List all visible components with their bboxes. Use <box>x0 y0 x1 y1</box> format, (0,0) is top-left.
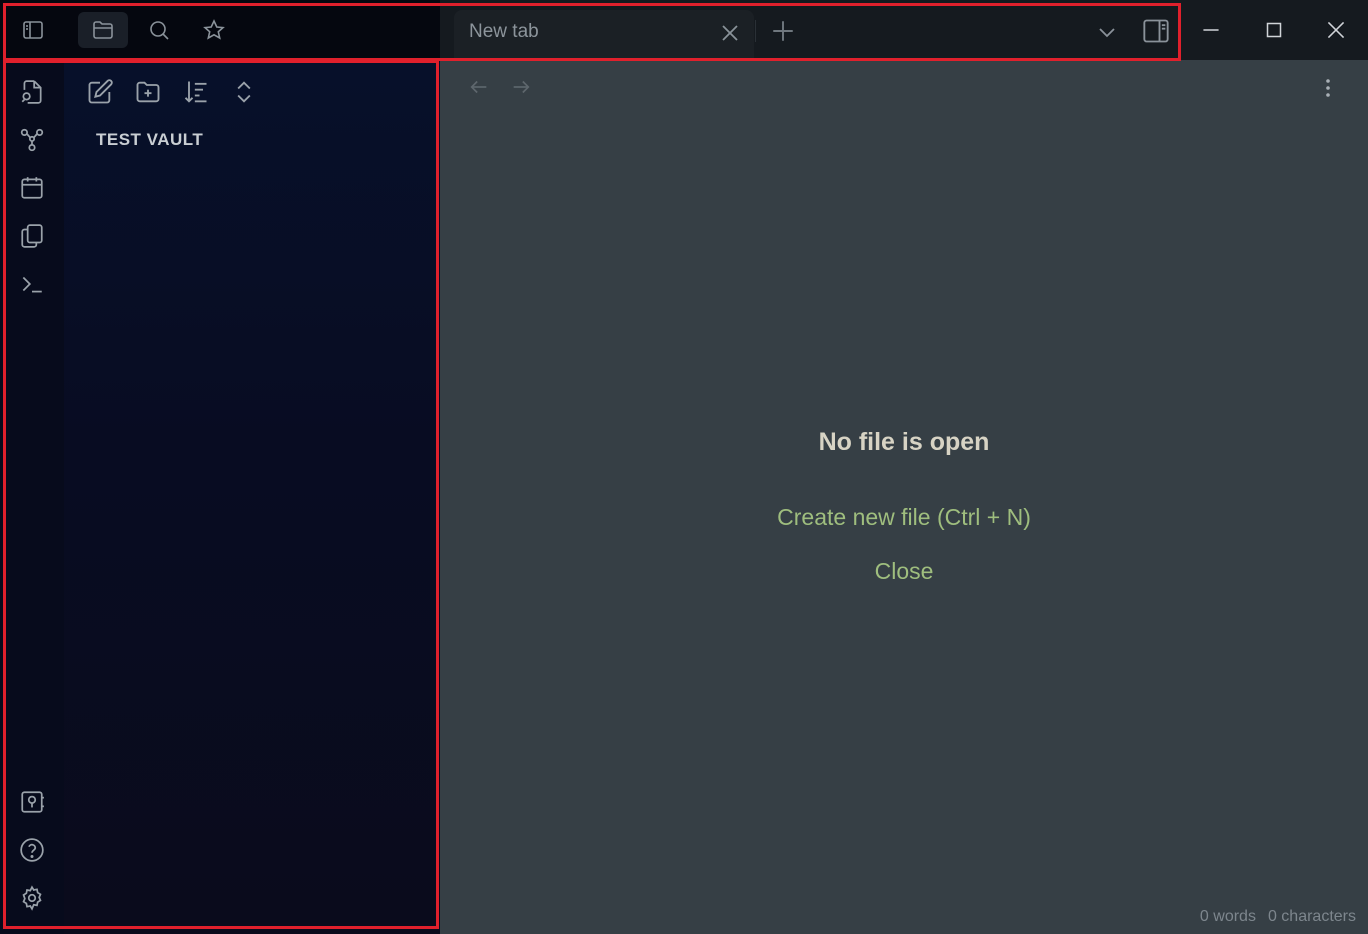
right-sidebar-toggle-button[interactable] <box>1142 17 1170 45</box>
plus-icon <box>773 21 793 41</box>
navigate-back-button[interactable] <box>468 76 490 98</box>
settings-button[interactable] <box>19 885 45 911</box>
calendar-icon <box>21 177 43 199</box>
tab-close-button[interactable] <box>718 21 742 45</box>
close-icon <box>722 25 738 41</box>
window-close-button[interactable] <box>1323 17 1349 43</box>
new-tab-button[interactable] <box>770 18 796 44</box>
new-folder-icon <box>136 81 160 103</box>
collapse-expand-icon <box>237 81 251 103</box>
vault-switcher-icon <box>21 791 44 813</box>
help-button[interactable] <box>19 837 45 863</box>
minimize-icon <box>1203 29 1219 31</box>
daily-note-button[interactable] <box>19 175 45 201</box>
chevron-down-icon <box>1099 28 1115 38</box>
close-link[interactable]: Close <box>440 558 1368 585</box>
more-vertical-icon <box>1326 79 1330 97</box>
minimize-button[interactable] <box>1198 17 1224 43</box>
new-note-icon <box>88 79 113 104</box>
app-window: New tab TEST VAULT No file is open Creat… <box>0 0 1368 934</box>
tab-new-tab[interactable]: New tab <box>454 10 754 58</box>
sort-icon <box>184 81 207 103</box>
new-folder-button[interactable] <box>134 78 162 106</box>
file-explorer-tab-button[interactable] <box>78 12 128 48</box>
sort-button[interactable] <box>182 78 210 106</box>
ribbon <box>0 60 64 934</box>
settings-icon <box>22 885 42 911</box>
help-icon <box>20 838 44 862</box>
right-sidebar-icon <box>1143 19 1169 43</box>
graph-view-button[interactable] <box>19 127 45 153</box>
sidebar-toggle-icon <box>23 21 43 39</box>
character-count: 0 characters <box>1267 908 1356 925</box>
graph-view-icon <box>20 128 44 152</box>
arrow-left-icon <box>470 80 487 94</box>
open-quick-switcher-button[interactable] <box>19 79 45 105</box>
new-note-button[interactable] <box>86 78 114 106</box>
arrow-right-icon <box>513 80 530 94</box>
templates-icon <box>21 224 43 248</box>
open-quick-switcher-icon <box>21 80 42 104</box>
star-icon <box>203 19 225 40</box>
search-icon <box>150 21 169 40</box>
title-bar: New tab <box>0 0 1368 60</box>
main-editor-area: No file is open Create new file (Ctrl + … <box>440 60 1368 934</box>
tab-list-button[interactable] <box>1095 20 1119 44</box>
tab-separator <box>755 20 756 42</box>
search-tab-button[interactable] <box>134 12 184 48</box>
file-explorer-pane: TEST VAULT <box>64 60 440 934</box>
more-options-button[interactable] <box>1316 76 1340 100</box>
maximize-button[interactable] <box>1261 17 1287 43</box>
tab-title: New tab <box>469 21 539 42</box>
command-palette-button[interactable] <box>19 271 45 297</box>
collapse-expand-button[interactable] <box>230 78 258 106</box>
create-new-file-link[interactable]: Create new file (Ctrl + N) <box>440 504 1368 531</box>
folder-icon <box>93 21 113 39</box>
terminal-icon <box>22 276 42 293</box>
status-bar: 0 words 0 characters <box>1200 908 1356 926</box>
insert-template-button[interactable] <box>19 223 45 249</box>
maximize-icon <box>1266 22 1282 38</box>
vault-switcher-button[interactable] <box>19 789 45 815</box>
window-close-icon <box>1327 21 1345 39</box>
sidebar-toggle-button[interactable] <box>8 12 58 48</box>
vault-name[interactable]: TEST VAULT <box>96 130 203 150</box>
bookmarks-tab-button[interactable] <box>189 12 239 48</box>
navigate-forward-button[interactable] <box>510 76 532 98</box>
word-count: 0 words <box>1199 908 1256 925</box>
empty-state-title: No file is open <box>818 428 990 456</box>
